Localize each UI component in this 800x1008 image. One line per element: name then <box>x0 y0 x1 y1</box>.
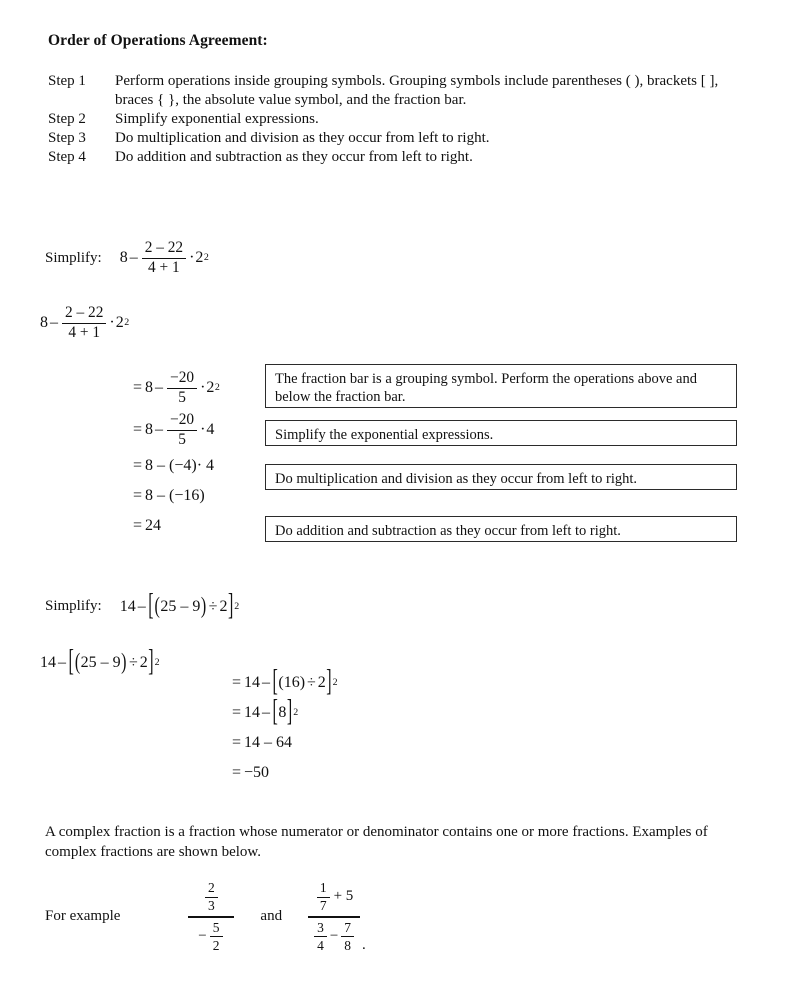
close-paren: ) <box>121 649 127 675</box>
order-of-operations-steps: Step 1 Perform operations inside groupin… <box>48 72 738 167</box>
open-bracket: [ <box>148 589 154 622</box>
callout-box: Do addition and subtraction as they occu… <box>265 516 737 542</box>
open-bracket: [ <box>68 645 74 679</box>
simplify-label: Simplify: <box>45 249 102 266</box>
trailing-period: . <box>362 936 366 953</box>
fraction: 2 – 22 4 + 1 <box>62 304 107 341</box>
example-two-prompt: Simplify: 14 – [ ( 25 – 9 ) ÷ 2 ] 2 <box>45 589 240 622</box>
solution-step: = 14 – [ (16) ÷ 2 ] 2 <box>232 665 338 699</box>
fraction: 2 3 <box>205 880 218 913</box>
example-two-expression: 14 – [ ( 25 – 9 ) ÷ 2 ] 2 <box>119 589 240 622</box>
close-bracket: ] <box>326 665 332 699</box>
open-bracket: [ <box>272 695 278 729</box>
example-one-prompt: Simplify: 8 – 2 – 22 4 + 1 · 2 2 <box>45 239 209 277</box>
callout-box: The fraction bar is a grouping symbol. P… <box>265 364 737 408</box>
solution-step: = 8 – (−4)· 4 <box>133 457 215 474</box>
step-row: Step 3 Do multiplication and division as… <box>48 129 738 148</box>
close-bracket: ] <box>148 645 154 679</box>
callout-box: Simplify the exponential expressions. <box>265 420 737 446</box>
example-two-restated-expression: 14 – [ ( 25 – 9 ) ÷ 2 ] 2 <box>40 645 160 679</box>
solution-step: = 24 <box>133 517 162 534</box>
step-row: Step 4 Do addition and subtraction as th… <box>48 148 738 167</box>
conjunction-label: and <box>260 908 283 925</box>
main-fraction-bar <box>188 916 235 918</box>
fraction: 2 – 22 4 + 1 <box>141 239 187 276</box>
example-one-solution: = 8 – −20 5 · 2 2 = 8 – −20 5 · 4 = 8 – … <box>133 367 220 541</box>
step-label: Step 2 <box>48 111 86 127</box>
step-label: Step 3 <box>48 130 86 146</box>
main-fraction-bar <box>308 916 361 918</box>
fraction: 5 2 <box>209 920 223 953</box>
step-label: Step 1 <box>48 73 86 89</box>
complex-fraction-first: 2 3 − 5 2 <box>188 880 235 954</box>
step-row: Step 2 Simplify exponential expressions. <box>48 110 738 129</box>
solution-step: = −50 <box>232 764 270 781</box>
step-row: Step 1 Perform operations inside groupin… <box>48 72 738 110</box>
complex-fraction-examples: For example 2 3 − 5 2 and 1 7 + 5 3 4 − … <box>45 880 366 954</box>
for-example-label: For example <box>45 908 121 925</box>
close-bracket: ] <box>286 695 293 729</box>
step-text: Simplify exponential expressions. <box>115 111 319 127</box>
step-text: Do addition and subtraction as they occu… <box>115 149 473 165</box>
step-text: Perform operations inside grouping symbo… <box>115 73 719 108</box>
solution-step: = 14 – 64 <box>232 734 293 751</box>
example-one-expression: 8 – 2 – 22 4 + 1 · 2 2 <box>119 239 209 277</box>
solution-step: = 8 – −20 5 · 4 <box>133 410 215 448</box>
close-bracket: ] <box>227 589 234 622</box>
step-text: Do multiplication and division as they o… <box>115 130 490 146</box>
solution-step: = 8 – (−16) <box>133 487 205 504</box>
solution-step: = 8 – −20 5 · 2 2 <box>133 368 220 406</box>
fraction: −20 5 <box>167 411 198 448</box>
simplify-label: Simplify: <box>45 598 102 614</box>
step-label: Step 4 <box>48 149 86 165</box>
solution-step: = 14 – [ 8 ] 2 <box>232 695 299 729</box>
example-one-restated-expression: 8 – 2 – 22 4 + 1 · 2 2 <box>40 304 130 342</box>
complex-fraction-second: 1 7 + 5 3 4 − 7 8 <box>308 880 361 954</box>
complex-fraction-paragraph: A complex fraction is a fraction whose n… <box>45 824 708 860</box>
open-paren: ( <box>154 593 160 619</box>
document-page: Order of Operations Agreement: Step 1 Pe… <box>0 0 800 1008</box>
open-bracket: [ <box>272 665 278 699</box>
fraction: 1 7 <box>316 880 330 913</box>
fraction: 7 8 <box>341 920 355 953</box>
page-title: Order of Operations Agreement: <box>48 32 268 49</box>
example-two-solution: = 14 – [ (16) ÷ 2 ] 2 = 14 – [ 8 ] 2 = 1… <box>232 665 338 788</box>
callout-box: Do multiplication and division as they o… <box>265 464 737 490</box>
close-paren: ) <box>200 593 207 619</box>
fraction: −20 5 <box>167 369 198 406</box>
fraction: 3 4 <box>314 920 327 953</box>
open-paren: ( <box>74 649 81 675</box>
